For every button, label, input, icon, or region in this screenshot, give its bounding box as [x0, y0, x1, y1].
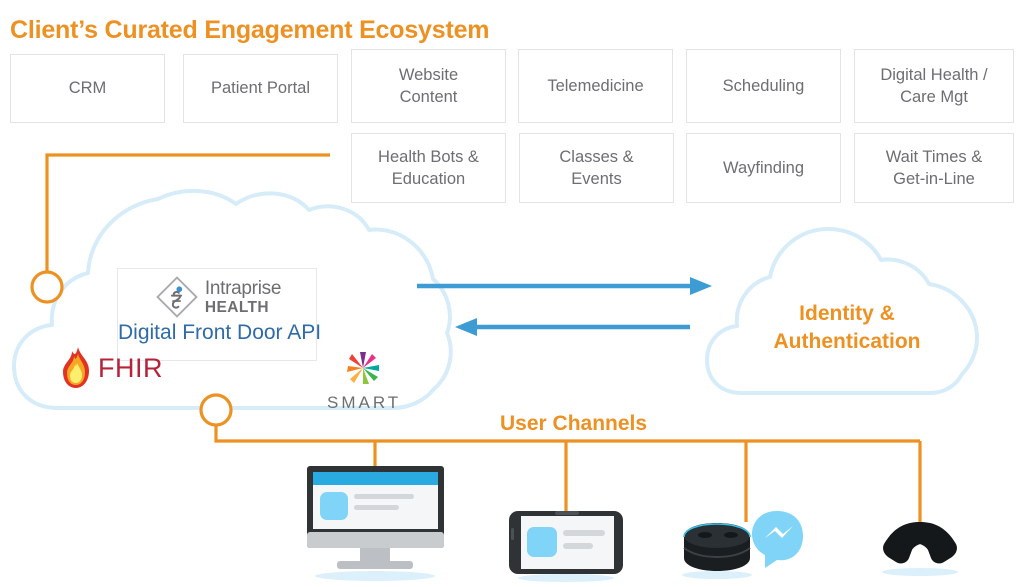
fhir-flame-icon — [63, 347, 89, 388]
identity-line-1: Identity & — [799, 302, 895, 325]
desktop-monitor-icon[interactable] — [307, 466, 444, 581]
smart-standard-badge: SMART — [327, 348, 399, 413]
diagram-canvas: Client’s Curated Engagement Ecosystem CR… — [0, 0, 1024, 587]
intraprise-wordmark: Intraprise — [204, 277, 282, 299]
mobile-phone-icon[interactable] — [509, 511, 623, 582]
intraprise-health-logo: Intraprise HEALTH — [118, 273, 318, 321]
fhir-standard-badge: FHIR — [60, 346, 163, 390]
smart-pinwheel-icon — [347, 352, 379, 384]
smart-label: SMART — [327, 393, 402, 412]
digital-front-door-api-label: Digital Front Door API — [118, 321, 322, 344]
messenger-bubble-icon[interactable] — [752, 511, 803, 568]
telephone-handset-icon[interactable] — [882, 522, 958, 576]
user-channels-label: User Channels — [500, 412, 648, 435]
fhir-label: FHIR — [98, 352, 163, 383]
identity-authentication-label: Identity & Authentication — [733, 300, 961, 357]
intraprise-diamond-icon — [156, 276, 198, 318]
identity-line-2: Authentication — [773, 330, 921, 354]
health-wordmark: HEALTH — [204, 298, 269, 316]
smart-speaker-icon[interactable] — [682, 523, 752, 579]
